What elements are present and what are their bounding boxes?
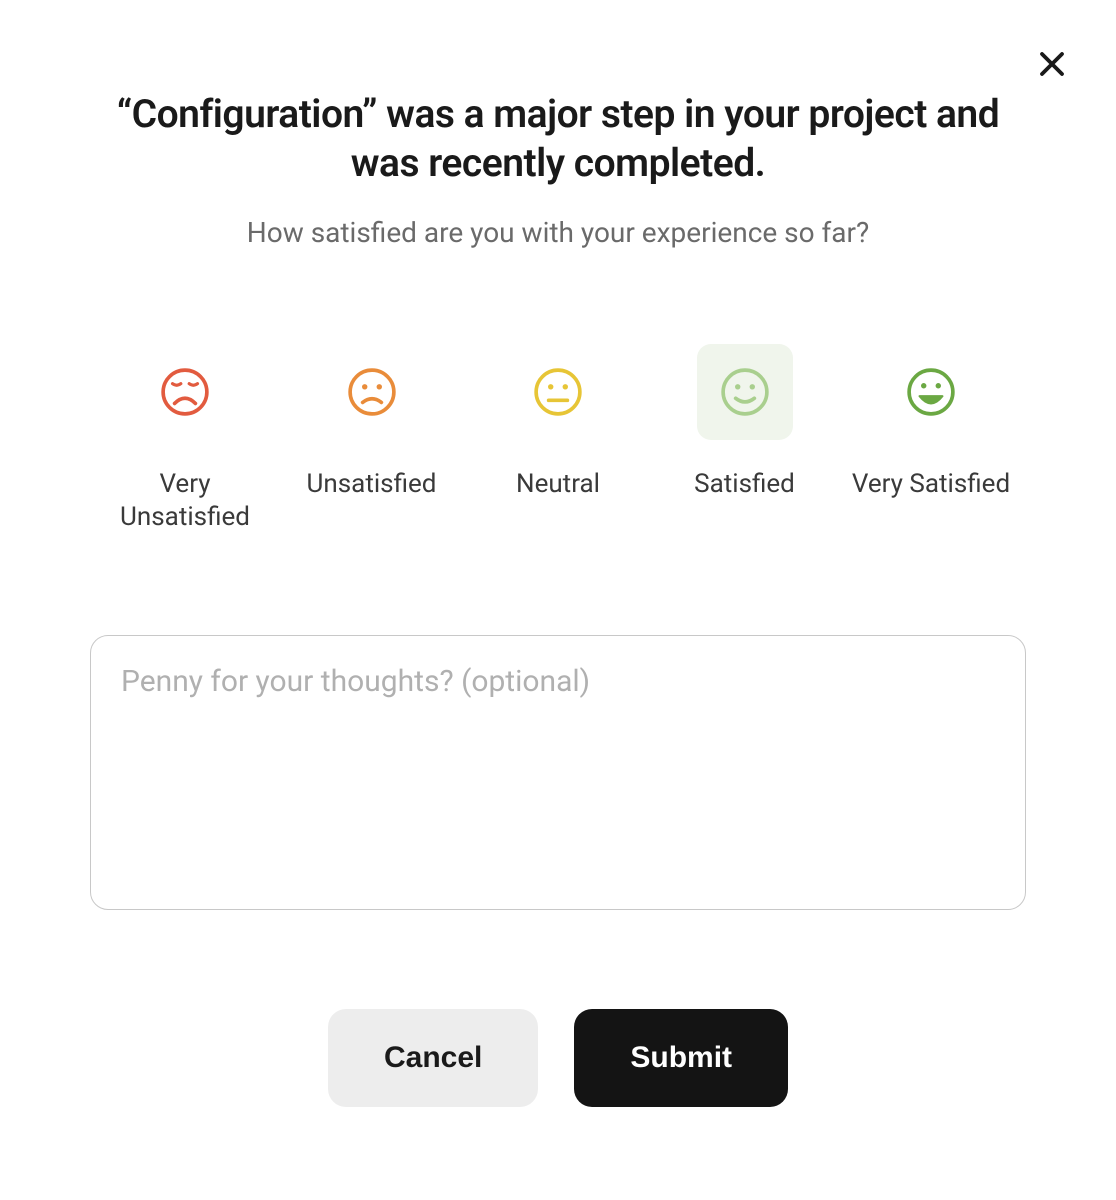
button-row: Cancel Submit <box>90 1009 1026 1107</box>
rating-satisfied[interactable]: Satisfied <box>655 344 835 502</box>
rating-unsatisfied[interactable]: Unsatisfied <box>282 344 462 502</box>
rating-label: Satisfied <box>694 468 795 502</box>
submit-button[interactable]: Submit <box>574 1009 788 1107</box>
face-satisfied-icon <box>720 367 770 417</box>
rating-row: Very Unsatisfied Unsatisfied <box>90 344 1026 536</box>
feedback-area <box>90 635 1026 914</box>
rating-very-unsatisfied[interactable]: Very Unsatisfied <box>95 344 275 536</box>
rating-label: Neutral <box>516 468 600 502</box>
face-very-satisfied-icon <box>906 367 956 417</box>
rating-icon-wrap <box>697 344 793 440</box>
rating-neutral[interactable]: Neutral <box>468 344 648 502</box>
modal-title: “Configuration” was a major step in your… <box>90 90 1026 188</box>
feedback-textarea[interactable] <box>90 635 1026 910</box>
satisfaction-modal: “Configuration” was a major step in your… <box>0 0 1116 1200</box>
rating-icon-wrap <box>137 344 233 440</box>
face-very-unsatisfied-icon <box>160 367 210 417</box>
rating-icon-wrap <box>510 344 606 440</box>
close-button[interactable] <box>1030 42 1074 86</box>
rating-label: Unsatisfied <box>307 468 437 502</box>
rating-label: Very Satisfied <box>852 468 1010 502</box>
close-icon <box>1037 49 1067 79</box>
rating-very-satisfied[interactable]: Very Satisfied <box>841 344 1021 502</box>
face-neutral-icon <box>533 367 583 417</box>
rating-icon-wrap <box>324 344 420 440</box>
modal-subtitle: How satisfied are you with your experien… <box>90 216 1026 249</box>
rating-label: Very Unsatisfied <box>95 468 275 536</box>
face-unsatisfied-icon <box>347 367 397 417</box>
cancel-button[interactable]: Cancel <box>328 1009 538 1107</box>
rating-icon-wrap <box>883 344 979 440</box>
